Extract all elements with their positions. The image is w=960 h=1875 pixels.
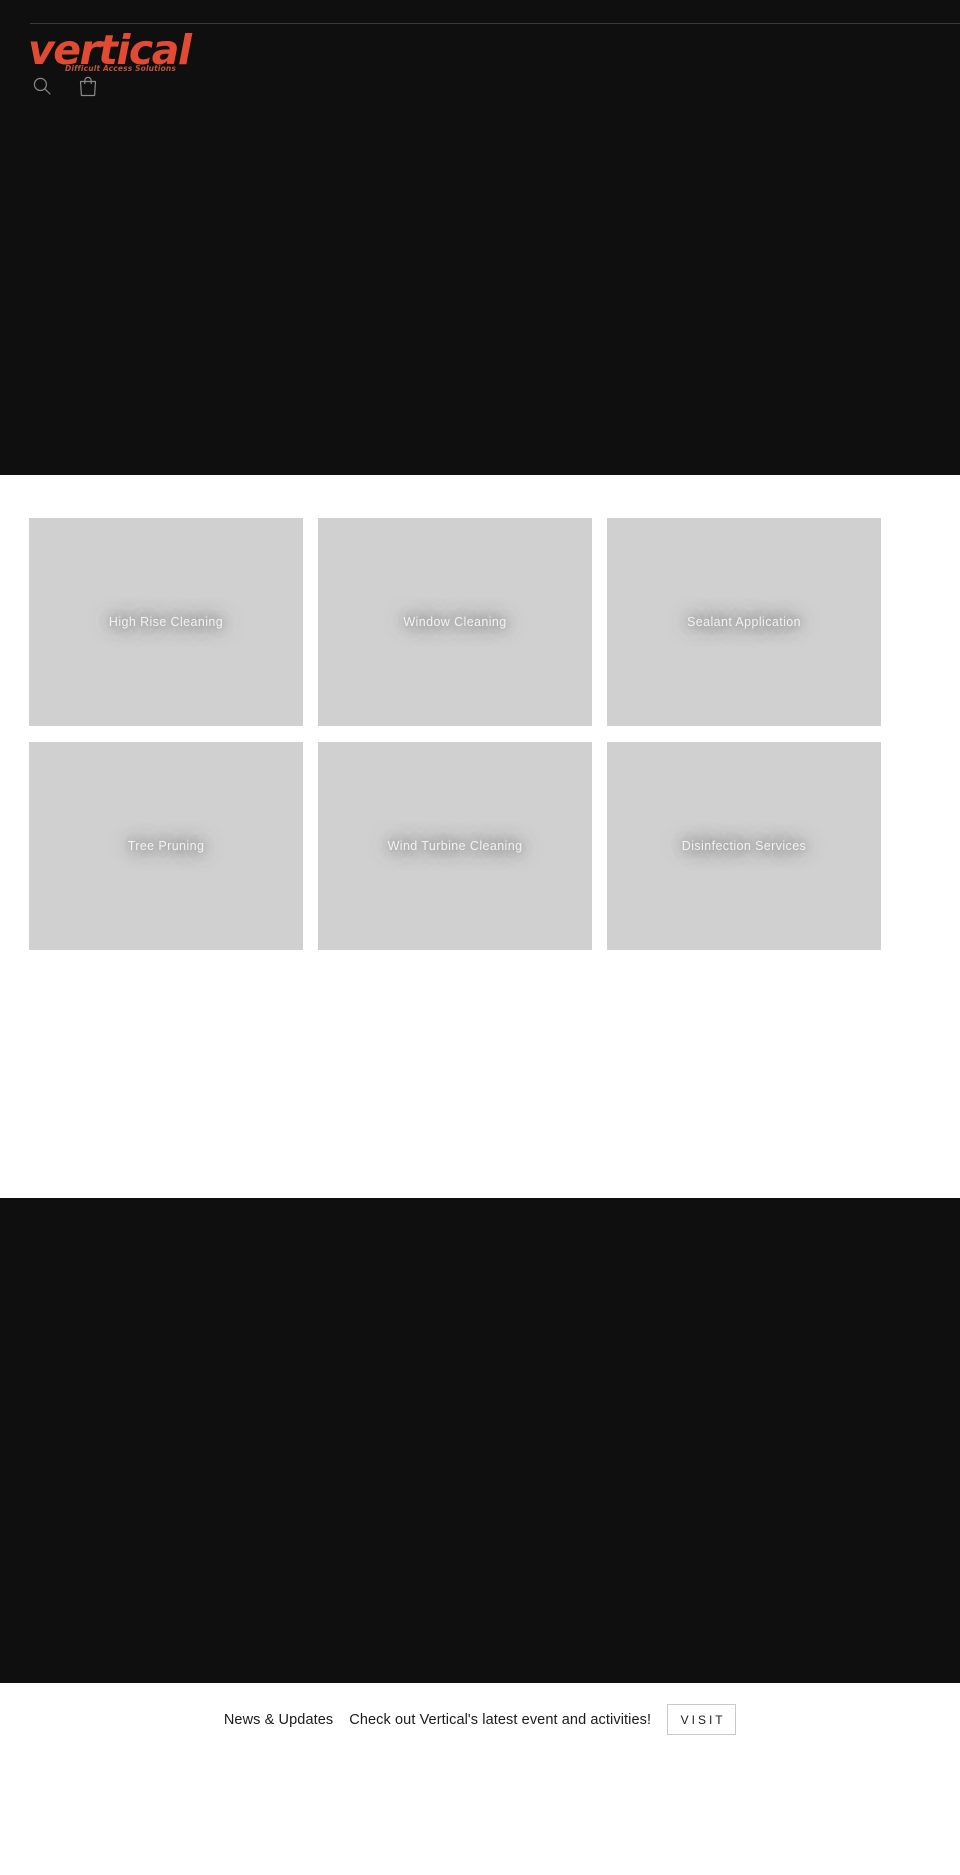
service-tile-tree-pruning[interactable]: Tree Pruning bbox=[29, 742, 303, 950]
service-tile-label: Window Cleaning bbox=[403, 615, 507, 629]
search-icon[interactable] bbox=[30, 74, 54, 98]
service-tile-label: Tree Pruning bbox=[127, 839, 205, 853]
service-tile-window-cleaning[interactable]: Window Cleaning bbox=[318, 518, 592, 726]
news-updates-label: News & Updates bbox=[223, 1711, 334, 1728]
header-divider bbox=[30, 23, 960, 24]
hero-section: vertical Difficult Access Solutions bbox=[0, 0, 960, 475]
page-root: vertical Difficult Access Solutions High… bbox=[0, 0, 960, 1875]
brand-logo[interactable]: vertical Difficult Access Solutions bbox=[28, 29, 228, 77]
news-updates-section: News & Updates Check out Vertical's late… bbox=[0, 1683, 960, 1875]
brand-logo-tagline: Difficult Access Solutions bbox=[65, 64, 177, 73]
services-section: High Rise Cleaning Window Cleaning Seala… bbox=[0, 475, 960, 1198]
service-tile-wind-turbine-cleaning[interactable]: Wind Turbine Cleaning bbox=[318, 742, 592, 950]
shopping-bag-icon[interactable] bbox=[76, 74, 100, 98]
services-grid: High Rise Cleaning Window Cleaning Seala… bbox=[29, 518, 881, 950]
news-updates-row: News & Updates Check out Vertical's late… bbox=[0, 1704, 960, 1735]
service-tile-label: High Rise Cleaning bbox=[108, 615, 224, 629]
service-tile-label: Sealant Application bbox=[687, 615, 801, 629]
visit-button[interactable]: VISIT bbox=[667, 1704, 737, 1735]
feature-banner-section bbox=[0, 1198, 960, 1683]
service-tile-disinfection-services[interactable]: Disinfection Services bbox=[607, 742, 881, 950]
service-tile-label: Disinfection Services bbox=[681, 839, 807, 853]
news-updates-message: Check out Vertical's latest event and ac… bbox=[349, 1711, 652, 1728]
service-tile-high-rise-cleaning[interactable]: High Rise Cleaning bbox=[29, 518, 303, 726]
service-tile-sealant-application[interactable]: Sealant Application bbox=[607, 518, 881, 726]
service-tile-label: Wind Turbine Cleaning bbox=[387, 839, 523, 853]
header-utility-icons bbox=[30, 74, 100, 98]
